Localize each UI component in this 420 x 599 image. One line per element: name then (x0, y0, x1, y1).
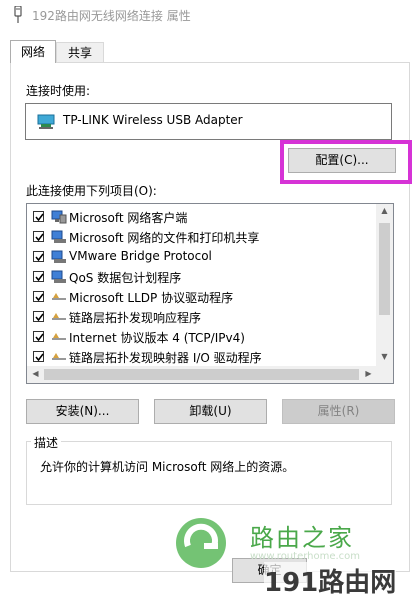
watermark-brand-2: 191路由网 (264, 562, 397, 599)
item-label: VMware Bridge Protocol (69, 249, 212, 263)
item-checkbox[interactable] (33, 291, 44, 302)
item-label: 链路层拓扑发现响应程序 (69, 311, 202, 325)
connect-using-label: 连接时使用: (26, 84, 91, 98)
watermark-url: www.routerhome.com (250, 551, 361, 562)
network-service-icon (51, 250, 66, 263)
window-title: 192路由网无线网络连接 属性 (32, 9, 191, 23)
adapter-box: TP-LINK Wireless USB Adapter (25, 103, 392, 140)
tab-network[interactable]: 网络 (10, 40, 56, 63)
list-item[interactable]: 链路层拓扑发现响应程序 (33, 307, 373, 327)
item-checkbox[interactable] (33, 271, 44, 282)
items-listbox: Microsoft 网络客户端 Microsoft 网络的文件和打印机共享 VM… (26, 203, 394, 384)
item-label: 链路层拓扑发现映射器 I/O 驱动程序 (69, 351, 262, 365)
list-item[interactable]: Microsoft 网络客户端 (33, 207, 373, 227)
item-checkbox[interactable] (33, 211, 44, 222)
scroll-up-icon[interactable]: ▲ (376, 206, 393, 215)
list-item[interactable]: Microsoft LLDP 协议驱动程序 (33, 287, 373, 307)
scroll-right-icon[interactable]: ▶ (360, 369, 377, 378)
item-checkbox[interactable] (33, 331, 44, 342)
scroll-down-icon[interactable]: ▼ (376, 352, 393, 361)
title-bar: 192路由网无线网络连接 属性 (0, 0, 420, 30)
item-checkbox[interactable] (33, 251, 44, 262)
uninstall-button[interactable]: 卸载(U) (154, 399, 267, 424)
horizontal-scrollbar[interactable]: ◀ ▶ (27, 366, 377, 383)
vertical-scrollbar[interactable]: ▲ ▼ (376, 204, 393, 366)
scroll-thumb[interactable] (44, 369, 359, 380)
install-button[interactable]: 安装(N)... (26, 399, 139, 424)
protocol-icon (52, 353, 66, 360)
protocol-icon (52, 333, 66, 340)
description-text: 允许你的计算机访问 Microsoft 网络上的资源。 (40, 460, 295, 474)
watermark-brand: 路由之家 (250, 524, 354, 552)
list-item[interactable]: Microsoft 网络的文件和打印机共享 (33, 227, 373, 247)
item-label: Microsoft LLDP 协议驱动程序 (69, 291, 234, 305)
protocol-icon (52, 293, 66, 300)
watermark-logo-icon (176, 518, 226, 568)
description-legend: 描述 (31, 434, 62, 451)
list-item[interactable]: Internet 协议版本 4 (TCP/IPv4) (33, 327, 373, 347)
scroll-thumb[interactable] (379, 223, 390, 315)
network-client-icon (51, 210, 67, 224)
properties-button[interactable]: 属性(R) (282, 399, 395, 424)
item-label: Microsoft 网络的文件和打印机共享 (69, 231, 260, 245)
tab-sharing[interactable]: 共享 (56, 42, 104, 62)
scroll-corner (376, 366, 393, 383)
protocol-icon (52, 313, 66, 320)
scroll-left-icon[interactable]: ◀ (27, 369, 44, 378)
items-label: 此连接使用下列项目(O): (26, 184, 157, 198)
adapter-name: TP-LINK Wireless USB Adapter (63, 113, 243, 127)
highlight-box (280, 140, 412, 184)
item-label: QoS 数据包计划程序 (69, 271, 182, 285)
list-item[interactable]: 链路层拓扑发现映射器 I/O 驱动程序 (33, 347, 373, 367)
item-checkbox[interactable] (33, 351, 44, 362)
network-adapter-icon (14, 6, 22, 23)
item-label: Internet 协议版本 4 (TCP/IPv4) (69, 331, 245, 345)
item-label: Microsoft 网络客户端 (69, 211, 188, 225)
network-service-icon (51, 270, 66, 283)
list-item[interactable]: QoS 数据包计划程序 (33, 267, 373, 287)
item-checkbox[interactable] (33, 311, 44, 322)
list-item[interactable]: VMware Bridge Protocol (33, 247, 373, 267)
network-service-icon (51, 230, 66, 243)
item-checkbox[interactable] (33, 231, 44, 242)
adapter-icon (37, 114, 55, 129)
